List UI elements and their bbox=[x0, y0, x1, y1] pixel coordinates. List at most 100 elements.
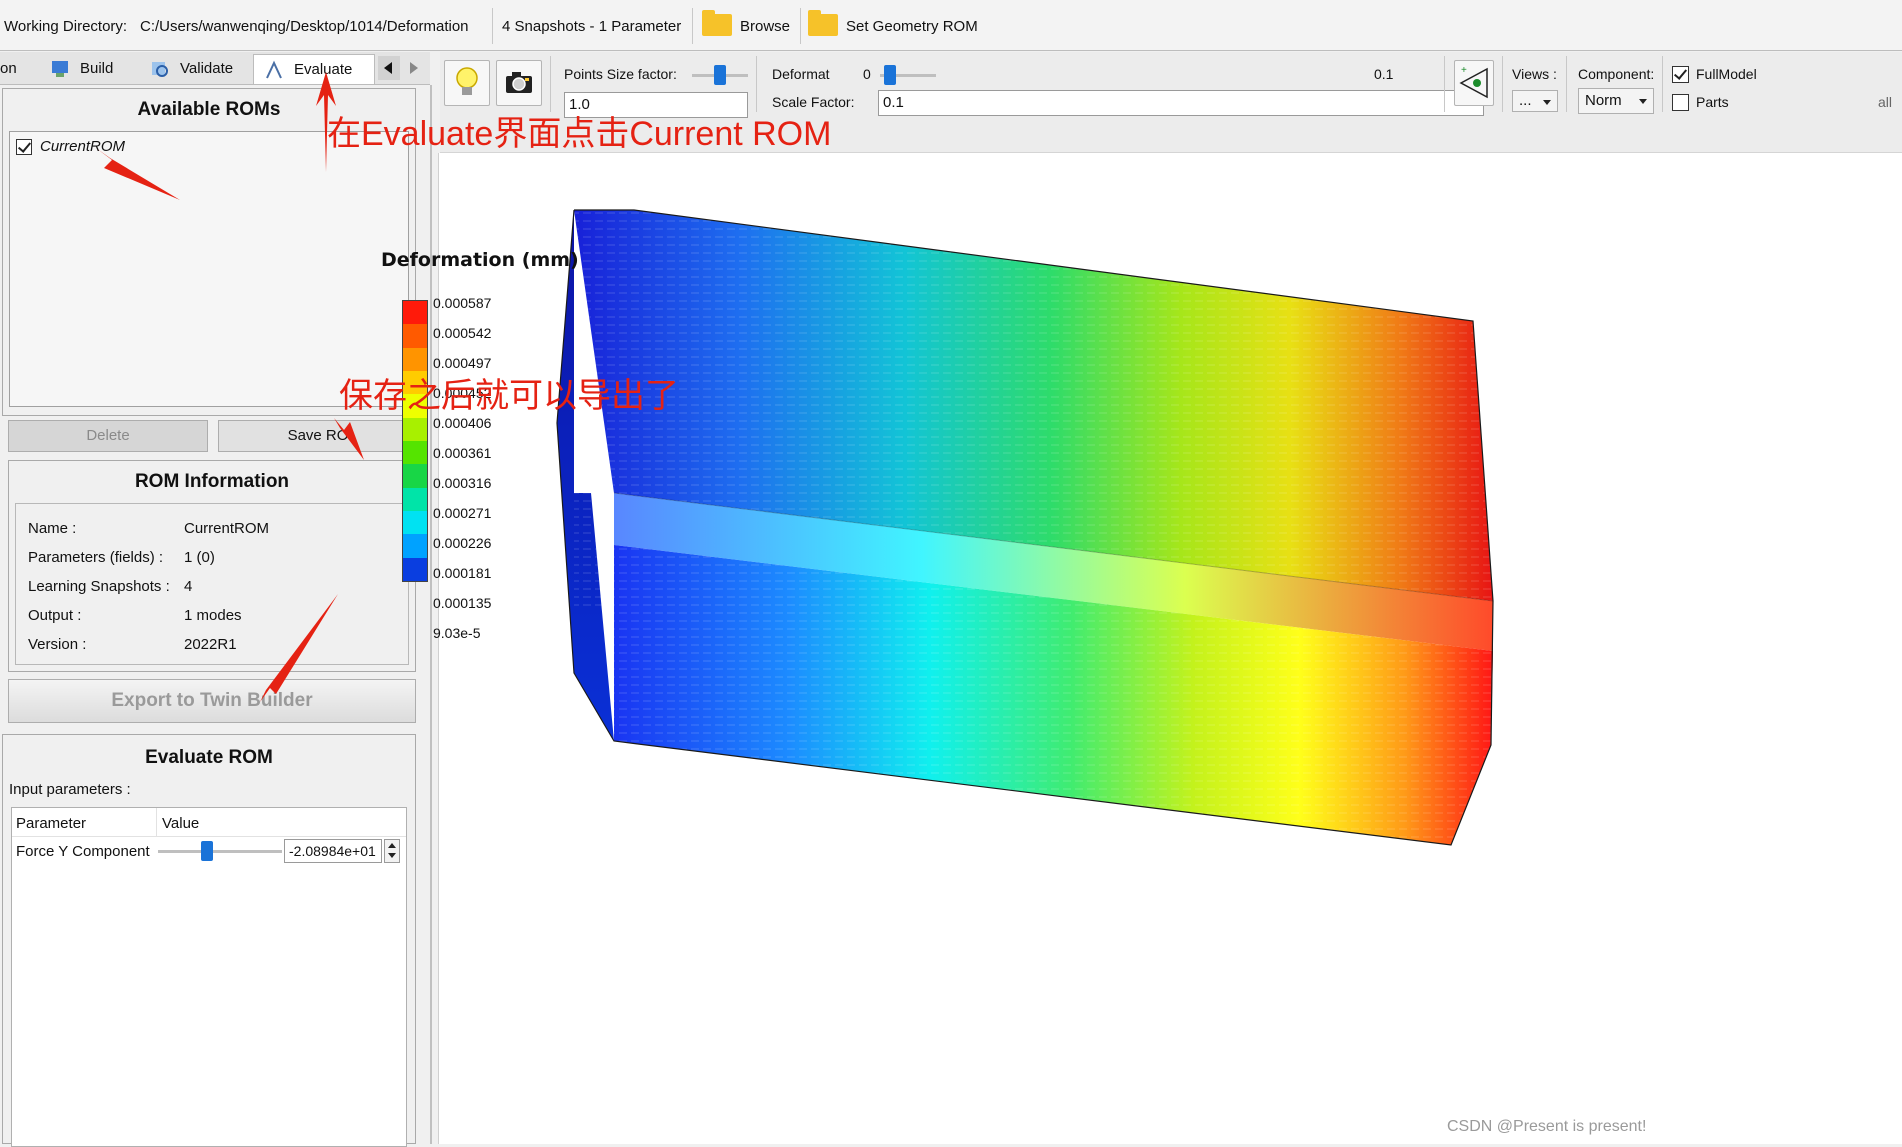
rom-list-item[interactable]: CurrentROM bbox=[14, 136, 214, 158]
rom-checkbox[interactable] bbox=[16, 139, 32, 155]
table-header: Parameter Value bbox=[12, 808, 406, 837]
legend-label: 0.000271 bbox=[433, 505, 492, 521]
tab-build[interactable]: Build bbox=[40, 54, 140, 84]
legend-swatch bbox=[403, 301, 427, 325]
tab-validate-label: Validate bbox=[180, 60, 234, 77]
legend-swatch bbox=[403, 417, 427, 442]
parts-checkbox[interactable] bbox=[1672, 94, 1689, 111]
legend-swatch bbox=[403, 557, 427, 582]
legend-swatch bbox=[403, 487, 427, 512]
chevron-down-icon[interactable] bbox=[388, 853, 396, 858]
views-label: Views : bbox=[1512, 66, 1557, 82]
param-slider[interactable] bbox=[158, 836, 282, 866]
rom-info-key: Output : bbox=[28, 607, 82, 624]
component-dropdown[interactable]: Norm bbox=[1578, 88, 1654, 114]
rom-info-value: 2022R1 bbox=[184, 636, 237, 653]
legend-swatch bbox=[403, 324, 427, 349]
rom-info-key: Version : bbox=[28, 636, 87, 653]
chevron-down-icon bbox=[1639, 99, 1647, 104]
screenshot-button[interactable] bbox=[496, 60, 542, 106]
tab-scroll-left[interactable] bbox=[378, 56, 400, 80]
points-size-slider[interactable] bbox=[692, 64, 748, 86]
rom-info-value: 1 (0) bbox=[184, 549, 215, 566]
validate-icon bbox=[152, 62, 168, 77]
fullmodel-label: FullModel bbox=[1696, 66, 1757, 82]
tab-bar: on Build Validate Evaluate bbox=[0, 52, 430, 85]
legend-label: 0.000406 bbox=[433, 415, 492, 431]
rom-item-label: CurrentROM bbox=[40, 138, 126, 155]
save-rom-button[interactable]: Save RO bbox=[218, 420, 418, 452]
rom-info-value: 1 modes bbox=[184, 607, 242, 624]
param-value-input[interactable]: -2.08984e+01 bbox=[284, 839, 382, 863]
legend-label: 0.000587 bbox=[433, 295, 492, 311]
top-bar: Working Directory: C:/Users/wanwenqing/D… bbox=[0, 0, 1902, 51]
tab-scroll-right[interactable] bbox=[402, 56, 424, 80]
chevron-down-icon bbox=[1543, 100, 1551, 105]
legend-label: 0.000542 bbox=[433, 325, 492, 341]
deformation-contour-plot[interactable] bbox=[439, 153, 1902, 1144]
evaluate-rom-group: Evaluate ROM Input parameters : Paramete… bbox=[2, 734, 416, 1147]
param-name: Force Y Component bbox=[16, 843, 150, 860]
input-params-label: Input parameters : bbox=[9, 781, 131, 798]
rom-info-key: Learning Snapshots : bbox=[28, 578, 170, 595]
param-spinbox[interactable] bbox=[384, 839, 400, 863]
lighting-button[interactable] bbox=[444, 60, 490, 106]
evaluate-rom-title: Evaluate ROM bbox=[145, 747, 273, 768]
browse-label: Browse bbox=[740, 18, 791, 35]
tab-evaluate[interactable]: Evaluate bbox=[253, 54, 375, 84]
annotation-save-then-export: 保存之后就可以导出了 bbox=[339, 377, 679, 415]
views-dropdown[interactable]: ... bbox=[1512, 90, 1558, 112]
camera-icon bbox=[506, 72, 532, 93]
rom-info-table: Name : CurrentROM Parameters (fields) : … bbox=[15, 503, 409, 665]
delete-button[interactable]: Delete bbox=[8, 420, 208, 452]
folder-icon bbox=[702, 10, 732, 36]
points-size-slider-thumb[interactable] bbox=[714, 65, 726, 85]
component-label: Component: bbox=[1578, 66, 1655, 82]
tab-build-label: Build bbox=[80, 60, 114, 77]
deformat-min: 0 bbox=[863, 66, 871, 82]
fullmodel-checkbox-row[interactable]: FullModel bbox=[1670, 62, 1790, 86]
watermark: CSDN @Present is present! bbox=[1447, 1118, 1647, 1135]
legend-label: 0.000226 bbox=[433, 535, 492, 551]
column-header-value: Value bbox=[162, 815, 200, 832]
deformat-slider[interactable] bbox=[880, 64, 936, 86]
legend-label: 0.000361 bbox=[433, 445, 492, 461]
tab-evaluate-label: Evaluate bbox=[294, 61, 353, 78]
svg-text:+: + bbox=[1461, 65, 1467, 76]
tab-validate[interactable]: Validate bbox=[140, 54, 252, 84]
view-mode-button[interactable]: + bbox=[1454, 60, 1494, 106]
legend-label: 0.000181 bbox=[433, 565, 492, 581]
snapshots-info: 4 Snapshots - 1 Parameter bbox=[502, 18, 682, 35]
color-legend-bar bbox=[402, 300, 428, 582]
deformat-max: 0.1 bbox=[1374, 66, 1394, 82]
chevron-right-icon bbox=[410, 62, 418, 74]
tab-partial[interactable]: on bbox=[0, 54, 30, 84]
working-dir-path: C:/Users/wanwenqing/Desktop/1014/Deforma… bbox=[140, 18, 469, 35]
param-slider-thumb[interactable] bbox=[200, 841, 213, 861]
legend-title: Deformation (mm) bbox=[381, 249, 579, 271]
parts-checkbox-row[interactable]: Parts bbox=[1670, 90, 1790, 114]
parts-label: Parts bbox=[1696, 94, 1729, 110]
color-legend-labels: 0.000587 0.000542 0.000497 0.000452 0.000406… bbox=[433, 295, 513, 641]
browse-button[interactable]: Browse bbox=[700, 0, 800, 50]
working-dir-label: Working Directory: bbox=[4, 18, 128, 35]
all-label[interactable]: all bbox=[1878, 94, 1892, 110]
chevron-up-icon[interactable] bbox=[388, 843, 396, 848]
column-header-parameter: Parameter bbox=[16, 815, 87, 832]
set-geometry-rom-button[interactable]: Set Geometry ROM bbox=[806, 0, 996, 50]
rom-info-key: Parameters (fields) : bbox=[28, 549, 164, 566]
3d-viewport[interactable]: Deformation (mm) 0.000587 0.000542 0.00049… bbox=[327, 115, 1902, 1144]
legend-swatch bbox=[403, 534, 427, 559]
legend-swatch bbox=[403, 464, 427, 489]
annotation-click-current-rom: 在Evaluate界面点击Current ROM bbox=[327, 115, 832, 153]
scale-factor-input[interactable]: 0.1 bbox=[878, 90, 1484, 116]
deformat-label: Deformat bbox=[772, 66, 830, 82]
bulb-icon bbox=[456, 67, 478, 95]
chevron-left-icon bbox=[384, 62, 392, 74]
fullmodel-checkbox[interactable] bbox=[1672, 66, 1689, 83]
rom-list[interactable]: CurrentROM bbox=[9, 131, 409, 407]
export-twin-builder-button[interactable]: Export to Twin Builder bbox=[8, 679, 416, 723]
deformat-slider-thumb[interactable] bbox=[884, 65, 896, 85]
folder-icon bbox=[808, 10, 838, 36]
rom-info-value: CurrentROM bbox=[184, 520, 270, 537]
